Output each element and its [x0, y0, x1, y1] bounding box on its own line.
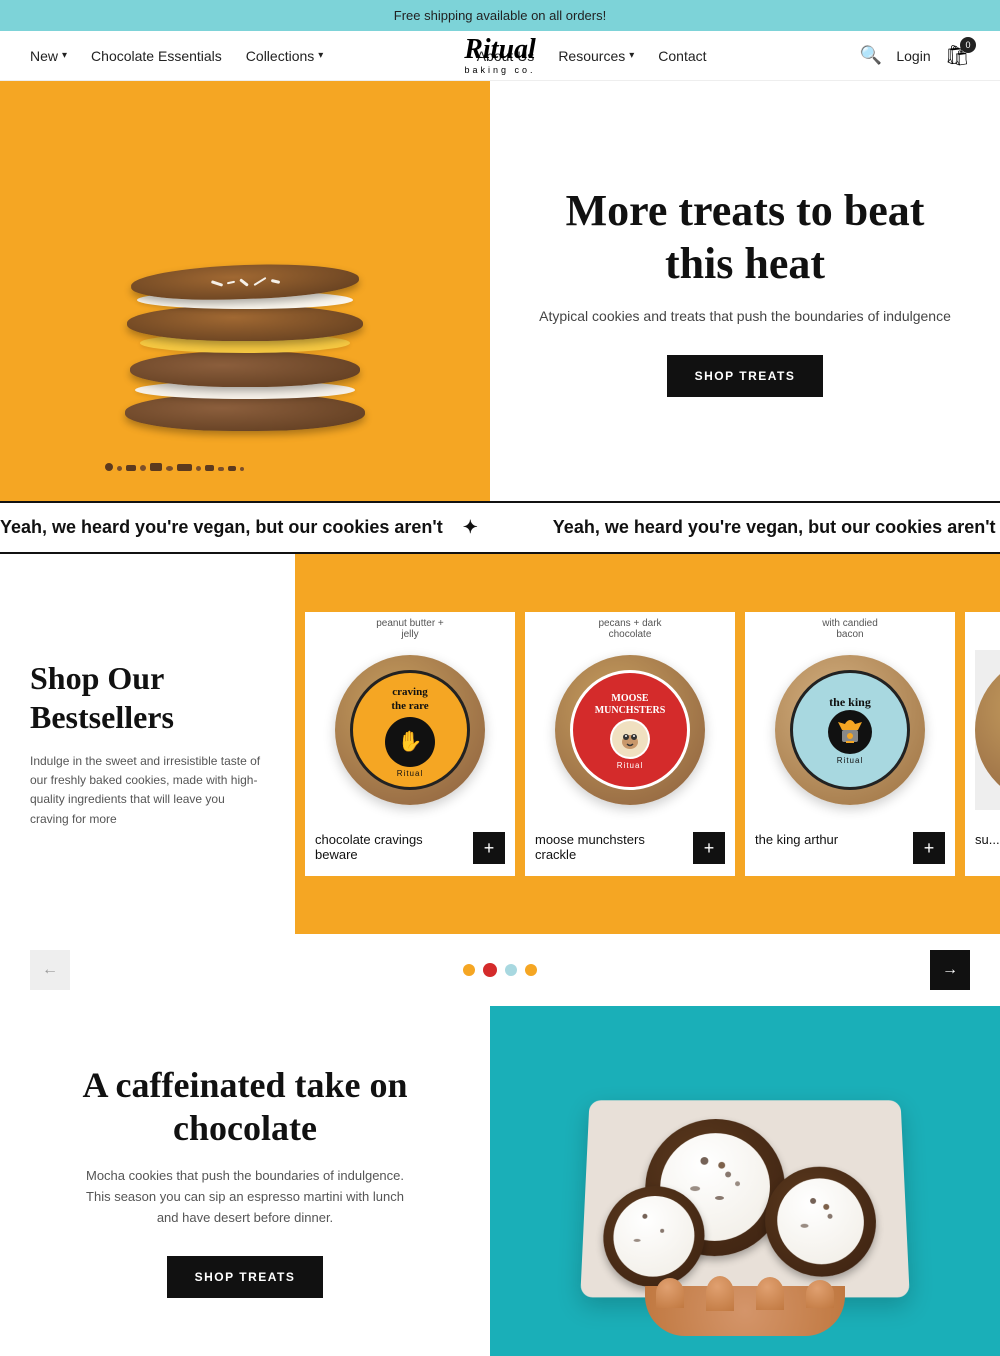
carousel-next-button[interactable]: → [930, 950, 970, 990]
carousel-dot-4[interactable] [525, 964, 537, 976]
mocha-cookie-3 [601, 1186, 705, 1287]
navbar: New ▾ Chocolate Essentials Collections ▾… [0, 31, 1000, 81]
hero-title: More treats to beat this heat [530, 185, 960, 291]
coffee-description: Mocha cookies that push the boundaries o… [85, 1166, 405, 1228]
carousel-dots [463, 963, 537, 977]
shop-treats-button[interactable]: SHOP TREATS [667, 355, 824, 397]
bestsellers-title: Shop Our Bestsellers [30, 659, 265, 736]
product-card-2: pecans + darkchocolate MOOSEMUNCHSTERS [525, 612, 735, 876]
mocha-cookie-2 [765, 1167, 878, 1277]
bestsellers-description: Indulge in the sweet and irresistible ta… [30, 752, 265, 829]
product-card-3: with candiedbacon the king [745, 612, 955, 876]
carousel-controls: ← → [0, 934, 1000, 1006]
product-1-flavor: peanut butter +jelly [305, 612, 515, 640]
new-chevron-icon: ▾ [62, 50, 67, 61]
bestsellers-section: Shop Our Bestsellers Indulge in the swee… [0, 554, 1000, 934]
product-2-info: moose munchsters crackle + [525, 820, 735, 876]
marquee-track: Yeah, we heard you're vegan, but our coo… [0, 517, 1000, 538]
marquee-section: Yeah, we heard you're vegan, but our coo… [0, 501, 1000, 554]
product-4-flavor-partial: su... [965, 612, 1000, 640]
add-product-3-button[interactable]: + [913, 832, 945, 864]
product-3-info: the king arthur + [745, 820, 955, 876]
product-2-flavor: pecans + darkchocolate [525, 612, 735, 640]
product-3-image: the king Ritual [745, 640, 955, 820]
product-4-image-partial [965, 640, 1000, 820]
marquee-item-1: Yeah, we heard you're vegan, but our coo… [0, 517, 493, 538]
nav-actions: 🔍 Login 🛍 0 [860, 43, 970, 68]
hero-image [0, 81, 490, 501]
hero-section: More treats to beat this heat Atypical c… [0, 81, 1000, 501]
nav-contact[interactable]: Contact [658, 48, 706, 64]
nav-new[interactable]: New ▾ [30, 48, 67, 64]
carousel-prev-button[interactable]: ← [30, 950, 70, 990]
carousel-dot-2[interactable] [483, 963, 497, 977]
nav-logo[interactable]: Ritual baking co. [464, 35, 536, 76]
add-product-2-button[interactable]: + [693, 832, 725, 864]
nav-resources[interactable]: Resources ▾ [558, 48, 634, 64]
product-2-image: MOOSEMUNCHSTERS [525, 640, 735, 820]
carousel-dot-3[interactable] [505, 964, 517, 976]
cookie-tray [580, 1100, 910, 1297]
hero-content: More treats to beat this heat Atypical c… [490, 81, 1000, 501]
hero-subtitle: Atypical cookies and treats that push th… [539, 306, 951, 327]
announcement-bar: Free shipping available on all orders! [0, 0, 1000, 31]
product-4-name-partial: su... [975, 832, 1000, 847]
search-icon[interactable]: 🔍 [860, 45, 882, 66]
nav-collections[interactable]: Collections ▾ [246, 48, 324, 64]
cookie-layer-3 [127, 305, 363, 341]
product-card-4-partial: su... su... + [965, 612, 1000, 876]
nav-chocolate-essentials[interactable]: Chocolate Essentials [91, 48, 222, 64]
product-4-info-partial: su... + [965, 820, 1000, 876]
product-1-name: chocolate cravings beware [315, 832, 473, 862]
hand-illustration [645, 1286, 845, 1336]
nav-left: New ▾ Chocolate Essentials Collections ▾ [30, 48, 323, 64]
product-3-name: the king arthur [755, 832, 913, 847]
coffee-image [490, 1006, 1000, 1356]
product-2-name: moose munchsters crackle [535, 832, 693, 862]
login-button[interactable]: Login [896, 48, 930, 64]
coffee-section: A caffeinated take on chocolate Mocha co… [0, 1006, 1000, 1356]
collections-chevron-icon: ▾ [318, 50, 323, 61]
coffee-content: A caffeinated take on chocolate Mocha co… [0, 1006, 490, 1356]
product-3-flavor: with candiedbacon [745, 612, 955, 640]
bestsellers-left: Shop Our Bestsellers Indulge in the swee… [0, 554, 295, 934]
cart-count: 0 [960, 37, 976, 53]
cookie-layer-2 [130, 351, 360, 387]
product-card-1: peanut butter +jelly cravingthe rare ✋ R… [305, 612, 515, 876]
add-product-1-button[interactable]: + [473, 832, 505, 864]
crumble-decoration [105, 441, 385, 471]
resources-chevron-icon: ▾ [629, 50, 634, 61]
coffee-title: A caffeinated take on chocolate [40, 1064, 450, 1150]
product-1-info: chocolate cravings beware + [305, 820, 515, 876]
announcement-text: Free shipping available on all orders! [394, 8, 606, 23]
marquee-item-2: Yeah, we heard you're vegan, but our coo… [553, 517, 1000, 538]
carousel-dot-1[interactable] [463, 964, 475, 976]
product-1-image: cravingthe rare ✋ Ritual [305, 640, 515, 820]
bestsellers-products: peanut butter +jelly cravingthe rare ✋ R… [295, 554, 1000, 934]
cart-button[interactable]: 🛍 0 [945, 43, 970, 68]
coffee-shop-treats-button[interactable]: SHOP TREATS [167, 1256, 324, 1298]
